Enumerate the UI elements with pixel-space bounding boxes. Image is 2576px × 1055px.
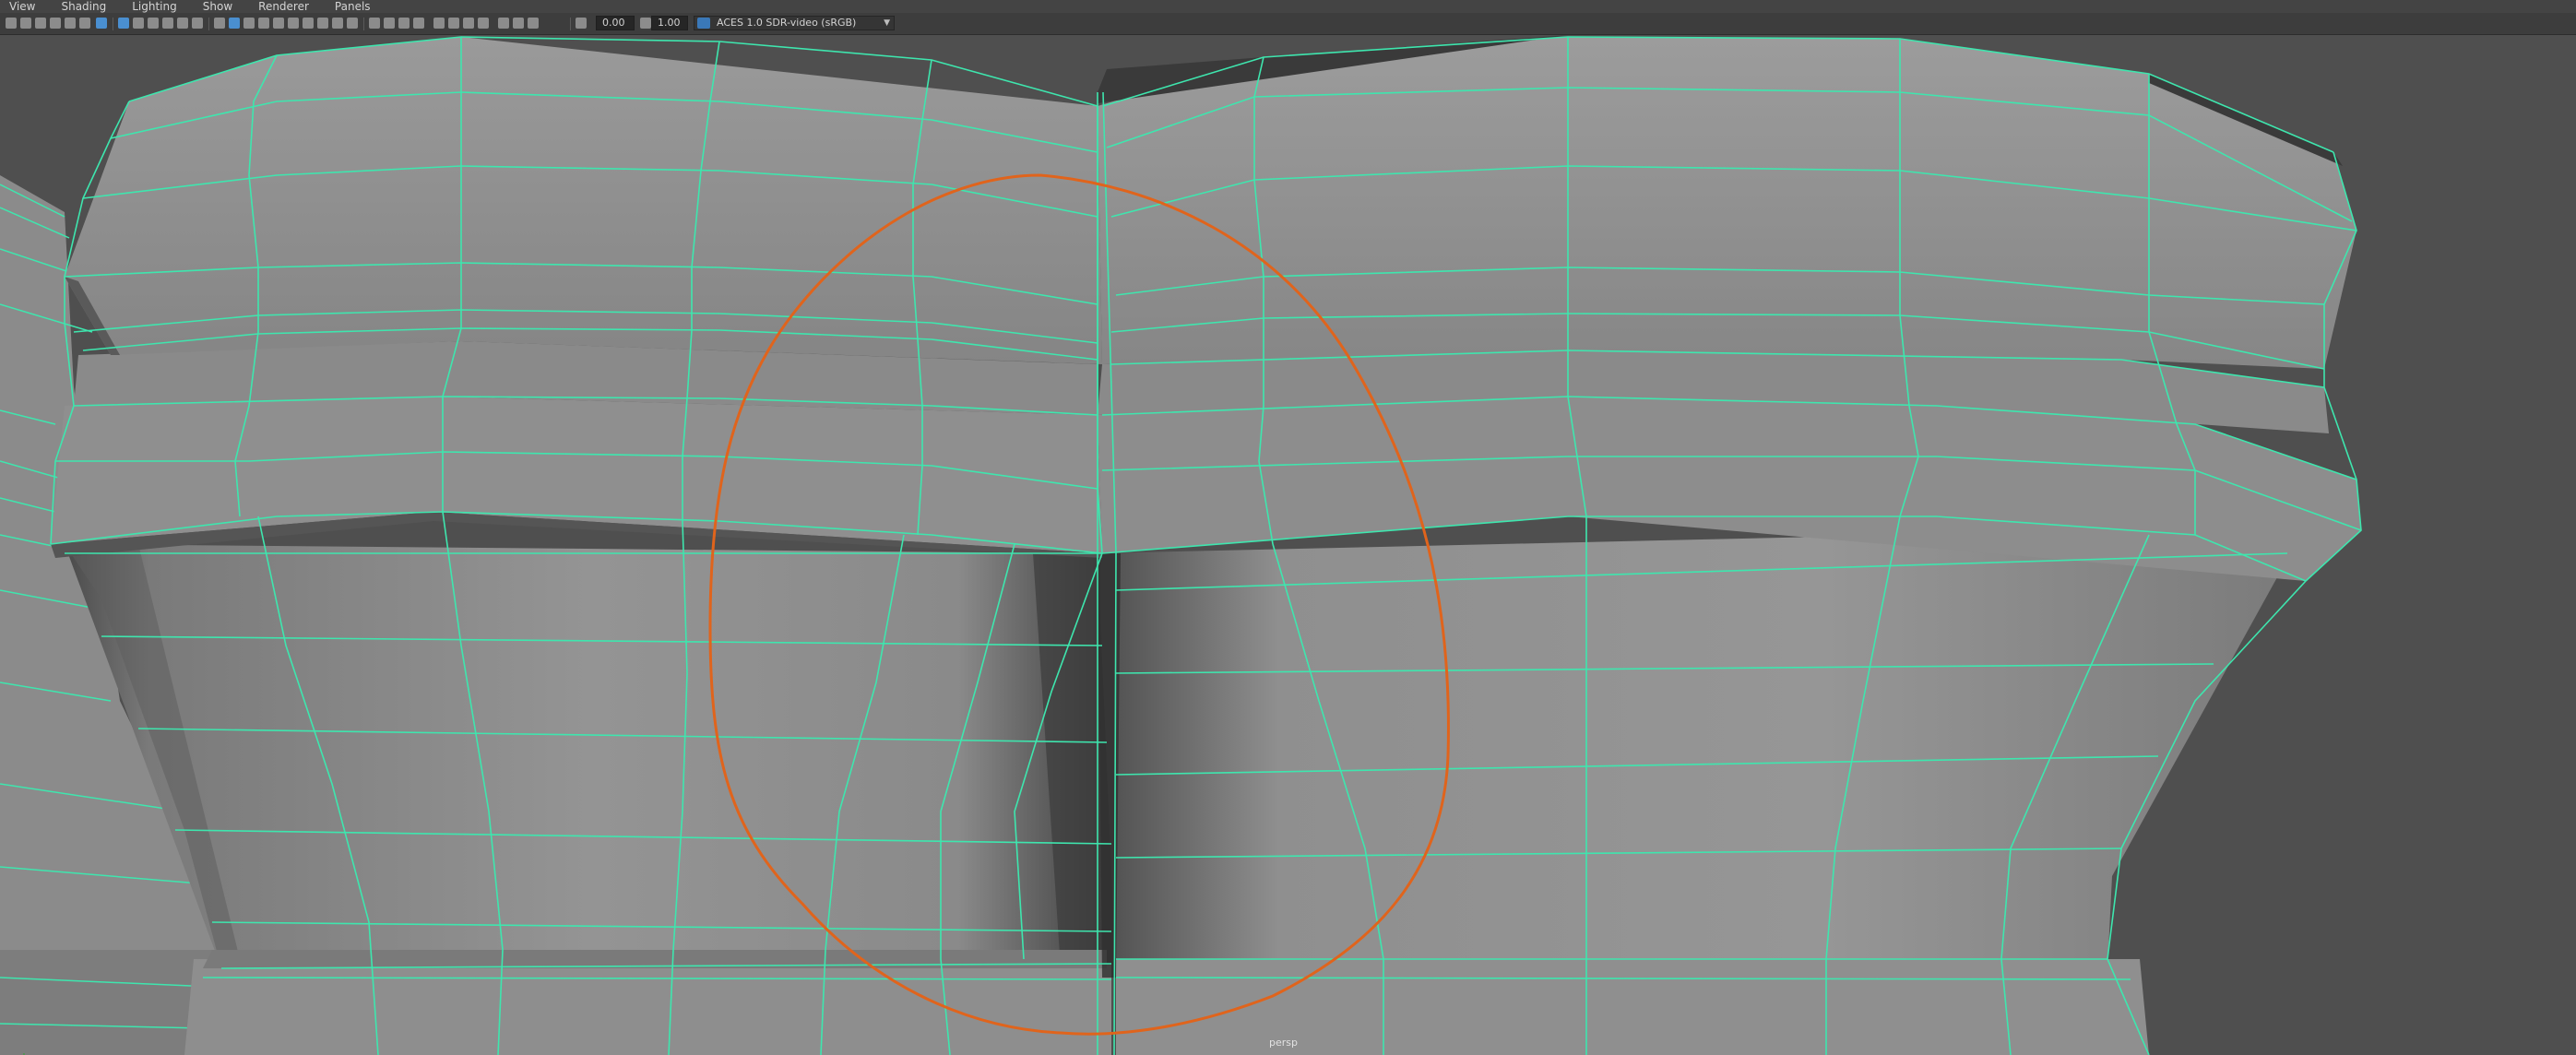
bookmark-icon[interactable] (35, 18, 46, 29)
right-column-mesh (1098, 526, 2306, 1055)
panel-toolbar: 0.00 1.00 ACES 1.0 SDR-video (sRGB) ▼ (0, 13, 2576, 35)
backface-culling-icon[interactable] (463, 18, 474, 29)
film-gate-icon[interactable] (118, 18, 129, 29)
isolate-icon[interactable] (369, 18, 380, 29)
anti-aliasing-icon[interactable] (332, 18, 343, 29)
toolbar-separator (208, 18, 209, 30)
camera-label: persp (1269, 1037, 1298, 1049)
menu-panels[interactable]: Panels (335, 0, 371, 13)
ambient-occlusion-icon[interactable] (303, 18, 314, 29)
high-quality-icon[interactable] (478, 18, 489, 29)
gate-mask-icon[interactable] (148, 18, 159, 29)
lock-camera-icon[interactable] (65, 18, 76, 29)
menu-show[interactable]: Show (203, 0, 232, 13)
xray-active-icon[interactable] (413, 18, 424, 29)
hud-icon[interactable] (448, 18, 459, 29)
chevron-down-icon: ▼ (884, 18, 890, 28)
menu-view[interactable]: View (9, 0, 35, 13)
camera-icon[interactable] (6, 18, 17, 29)
menu-lighting[interactable]: Lighting (132, 0, 177, 13)
grid-icon[interactable] (433, 18, 445, 29)
menu-shading[interactable]: Shading (61, 0, 106, 13)
blue-pencil-icon[interactable] (96, 18, 107, 29)
depth-of-field-icon[interactable] (347, 18, 358, 29)
exposure-field[interactable]: 0.00 (596, 16, 635, 30)
toolbar-separator (570, 18, 571, 30)
frame-selection-icon[interactable] (528, 18, 539, 29)
maya-viewport-window: View Shading Lighting Show Renderer Pane… (0, 0, 2576, 1055)
color-management-value: ACES 1.0 SDR-video (sRGB) (717, 17, 857, 29)
xray-icon[interactable] (384, 18, 395, 29)
xray-joints-icon[interactable] (398, 18, 410, 29)
select-camera-icon[interactable] (498, 18, 509, 29)
field-chart-icon[interactable] (162, 18, 173, 29)
exposure-icon[interactable] (576, 18, 587, 29)
safe-action-icon[interactable] (177, 18, 188, 29)
camera-attributes-icon[interactable] (20, 18, 31, 29)
toolbar-separator (363, 18, 364, 30)
use-all-lights-icon[interactable] (273, 18, 284, 29)
resolution-gate-icon[interactable] (133, 18, 144, 29)
image-plane-icon[interactable] (50, 18, 61, 29)
shadows-icon[interactable] (288, 18, 299, 29)
textured-icon[interactable] (258, 18, 269, 29)
frame-all-icon[interactable] (513, 18, 524, 29)
smooth-shade-icon[interactable] (229, 18, 240, 29)
default-material-icon[interactable] (243, 18, 255, 29)
grease-pencil-icon[interactable] (79, 18, 90, 29)
gamma-field[interactable]: 1.00 (651, 16, 688, 30)
safe-title-icon[interactable] (192, 18, 203, 29)
gamma-icon[interactable] (640, 18, 651, 29)
wireframe-icon[interactable] (214, 18, 225, 29)
view-axis-indicator (23, 1053, 25, 1055)
3d-viewport[interactable] (0, 35, 2576, 1055)
motion-blur-icon[interactable] (317, 18, 328, 29)
panel-menubar: View Shading Lighting Show Renderer Pane… (0, 0, 2576, 13)
left-capital-mesh (51, 37, 1102, 558)
menu-renderer[interactable]: Renderer (258, 0, 309, 13)
color-management-icon (697, 18, 710, 29)
color-management-dropdown[interactable]: ACES 1.0 SDR-video (sRGB) ▼ (694, 16, 895, 30)
right-capital-mesh (1098, 35, 2361, 581)
